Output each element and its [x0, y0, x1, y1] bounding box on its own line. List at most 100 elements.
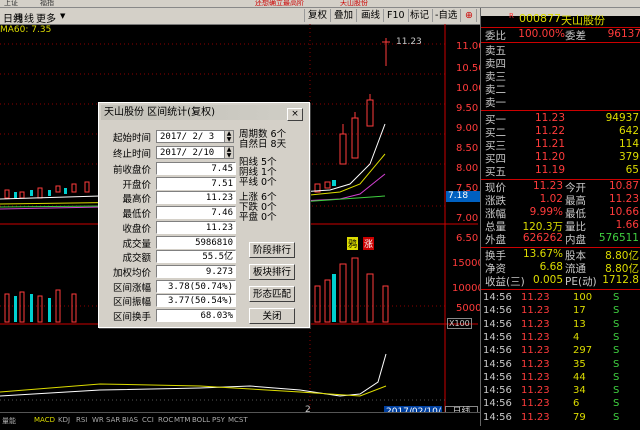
day-count-label: 自然日 [239, 139, 268, 150]
tick-price: 11.23 [521, 292, 550, 303]
stat-value: 7.51 [156, 176, 236, 190]
quote-row: 涨幅 9.99% 最低 10.66 [481, 206, 640, 220]
axis-tick-6: 8.00 [456, 163, 479, 174]
weicha-label: 委差 [565, 30, 586, 42]
stat-row: 最低价 7.46 [99, 206, 309, 222]
tick-row: 14:56 11.23 297 S [481, 345, 640, 359]
tab-rsi[interactable]: RSI [76, 416, 87, 424]
close-icon[interactable]: × [287, 108, 303, 121]
dialog-title: 天山股份 区间统计(复权) [104, 107, 215, 118]
tab-wr[interactable]: WR [92, 416, 104, 424]
tick-row: 14:56 11.23 79 S [481, 412, 640, 426]
marker-1: 鸦 [347, 237, 359, 250]
sell-row: 卖一 [481, 95, 640, 109]
toolbar-draw-button[interactable]: 画线 [358, 9, 385, 22]
week-count: 周期数 6个 [239, 130, 286, 140]
tick-time: 14:56 [483, 385, 512, 397]
toolbar-f10-button[interactable]: F10 [384, 9, 409, 22]
tab-volume[interactable]: 量能 [2, 416, 16, 426]
stats-label: PE(动) [565, 276, 597, 288]
stage-rank-button[interactable]: 阶段排行 [249, 242, 295, 258]
tab-bias[interactable]: BIAS [122, 416, 138, 424]
stat-value: 55.5亿 [156, 250, 236, 264]
tick-row: 14:56 11.23 44 S [481, 372, 640, 386]
flat-value: 0个 [261, 212, 277, 223]
tab-roc[interactable]: ROC [158, 416, 173, 424]
stat-value: 3.78(50.74%) [156, 279, 236, 293]
flat-count: 平盘 0个 [239, 212, 277, 223]
flat-label: 平盘 [239, 212, 259, 223]
toolbar-item-month[interactable]: 月线 [14, 10, 34, 25]
tick-volume: 17 [573, 305, 586, 317]
sell-label: 卖一 [485, 97, 506, 109]
tab-kdj[interactable]: KDJ [58, 416, 70, 424]
tick-price: 11.23 [521, 358, 550, 370]
tab-psy[interactable]: PSY [212, 416, 225, 424]
quote-value: 1.02 [539, 193, 563, 205]
tick-row: 14:56 11.23 34 S [481, 385, 640, 399]
sell-row: 卖二 [481, 82, 640, 96]
down-count: 下跌 0个 [239, 203, 277, 213]
current-price-marker: 7.18 [446, 191, 480, 202]
more-dropdown-icon[interactable]: ▼ [60, 12, 65, 20]
pattern-match-button[interactable]: 形态匹配 [249, 286, 295, 302]
tick-row: 14:56 11.23 6 S [481, 398, 640, 412]
weibi-label: 委比 [485, 30, 506, 42]
buy-price: 11.20 [534, 151, 565, 163]
stats-row: 换手 13.67% 股本 8.80亿 [481, 248, 640, 262]
stats-row: 净资 6.68 流通 8.80亿 [481, 261, 640, 275]
stats-row: 收益(三) 0.005 PE(动) 1712.8 [481, 274, 640, 288]
tab-mcst[interactable]: MCST [228, 416, 248, 424]
quote-panel: R 000877 天山股份 委比 100.00% 委差 96137 卖五 卖四 … [480, 8, 640, 426]
stat-value: 3.77(50.54%) [156, 294, 236, 308]
start-date-input[interactable]: 2017/ 2/ 3 [156, 130, 234, 143]
tab-boll[interactable]: BOLL [192, 416, 210, 424]
sector-rank-button[interactable]: 板块排行 [249, 264, 295, 280]
tab-cci[interactable]: CCI [142, 416, 154, 424]
buy-volume: 114 [618, 138, 639, 150]
tick-row: 14:56 11.23 4 S [481, 332, 640, 346]
end-date-input[interactable]: 2017/ 2/10 [156, 146, 234, 159]
close-button[interactable]: 关闭 [249, 308, 295, 324]
toolbar-mark-button[interactable]: 标记 [407, 9, 434, 22]
stat-value: 9.273 [156, 264, 236, 278]
buy-row: 买一 11.23 94937 [481, 112, 640, 126]
toolbar-fq-button[interactable]: 复权 [304, 9, 332, 22]
toolbar-item-more[interactable]: 更多 [36, 10, 56, 25]
stats-value: 0.005 [532, 274, 563, 286]
axis-tick-9: 6.50 [456, 233, 479, 244]
tab-macd[interactable]: MACD [34, 416, 55, 424]
tick-time: 14:56 [483, 411, 512, 423]
dialog-title-bar[interactable]: 天山股份 区间统计(复权) × [101, 105, 307, 121]
buy-row: 买五 11.19 65 [481, 164, 640, 178]
sell-row: 卖五 [481, 43, 640, 57]
buy-volume: 642 [618, 125, 639, 137]
quote-value: 10.87 [608, 180, 639, 192]
toolbar-overlay-button[interactable]: 叠加 [331, 9, 358, 22]
stat-label: 加权均价 [112, 267, 151, 279]
buy-volume: 379 [618, 151, 639, 163]
tick-flag: S [613, 371, 620, 383]
up-count: 上涨 6个 [239, 193, 277, 203]
top-label-2: 福指 [40, 0, 54, 7]
stat-label: 前收盘价 [112, 165, 151, 176]
tick-volume: 13 [573, 318, 586, 330]
chart-toolbar: 日线 月线 更多 ▼ 复权 叠加 画线 F10 标记 -自选 ⊕ [0, 8, 480, 25]
end-date-spinner[interactable]: ▲ ▼ [224, 146, 234, 159]
quote-value: 10.66 [608, 206, 639, 218]
toolbar-watchlist-button[interactable]: -自选 [432, 9, 462, 22]
buy-price: 11.22 [534, 125, 565, 137]
quote-value: 1.66 [615, 219, 639, 231]
stats-value: 1712.8 [602, 274, 639, 286]
tab-mtm[interactable]: MTM [174, 416, 190, 424]
top-label-4: 天山股份 [340, 0, 368, 7]
stat-row: 最高价 11.23 [99, 191, 309, 207]
weibi-value: 100.00% [518, 28, 565, 40]
tick-time: 14:56 [483, 292, 512, 303]
weibi-row: 委比 100.00% 委差 96137 [481, 28, 640, 42]
quote-label: 外盘 [485, 234, 506, 246]
start-date-spinner[interactable]: ▲ ▼ [224, 130, 234, 143]
quote-value: 11.23 [608, 193, 639, 205]
toolbar-zoom-button[interactable]: ⊕ [462, 9, 477, 22]
tab-sar[interactable]: SAR [106, 416, 120, 424]
